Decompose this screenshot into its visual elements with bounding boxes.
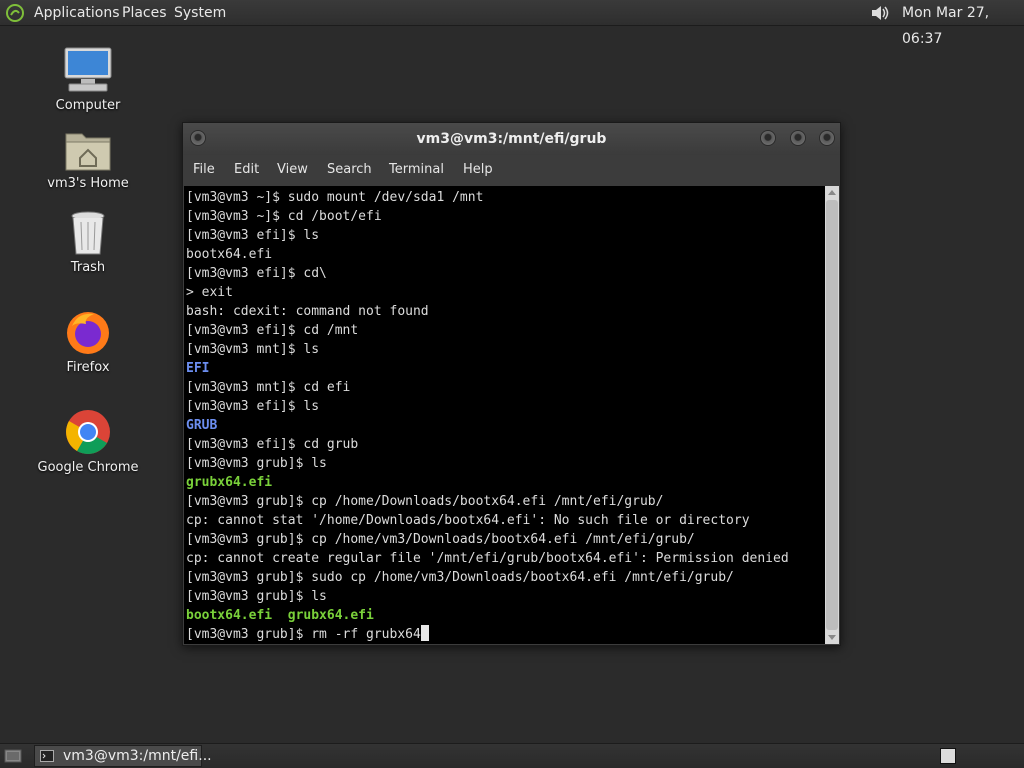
terminal-line: cp: cannot create regular file '/mnt/efi… bbox=[186, 549, 789, 568]
scroll-down-icon[interactable] bbox=[827, 632, 837, 642]
firefox-icon bbox=[67, 312, 109, 354]
terminal-line: EFI bbox=[186, 359, 209, 378]
desktop-icon-firefox[interactable]: Firefox bbox=[33, 308, 143, 375]
terminal-line-text: cp: cannot create regular file '/mnt/efi… bbox=[186, 551, 789, 566]
terminal-icon bbox=[40, 750, 54, 762]
maximize-button[interactable] bbox=[790, 130, 806, 146]
terminal-line-text: bootx64.efi bbox=[186, 247, 273, 262]
desktop-icon-home[interactable]: vm3's Home bbox=[33, 128, 143, 191]
menu-help[interactable]: Help bbox=[463, 155, 493, 185]
terminal-line: [vm3@vm3 grub]$ ls bbox=[186, 587, 327, 606]
terminal-line: [vm3@vm3 grub]$ rm -rf grubx64 bbox=[186, 625, 429, 644]
desktop-icon-trash[interactable]: Trash bbox=[33, 210, 143, 275]
menu-view[interactable]: View bbox=[277, 155, 308, 185]
scroll-up-icon[interactable] bbox=[827, 188, 837, 198]
terminal-line: [vm3@vm3 ~]$ cd /boot/efi bbox=[186, 207, 382, 226]
terminal-line: grubx64.efi bbox=[186, 473, 272, 492]
terminal-line-text: [vm3@vm3 grub]$ cp /home/vm3/Downloads/b… bbox=[186, 532, 695, 547]
terminal-output[interactable]: [vm3@vm3 ~]$ sudo mount /dev/sda1 /mnt [v… bbox=[184, 186, 826, 644]
menu-search[interactable]: Search bbox=[327, 155, 372, 185]
volume-icon[interactable] bbox=[869, 3, 891, 23]
terminal-scrollbar[interactable] bbox=[825, 186, 839, 644]
terminal-line: [vm3@vm3 mnt]$ cd efi bbox=[186, 378, 350, 397]
minimize-button[interactable] bbox=[760, 130, 776, 146]
terminal-line: [vm3@vm3 mnt]$ ls bbox=[186, 340, 319, 359]
desktop-icon-computer[interactable]: Computer bbox=[33, 46, 143, 113]
terminal-line-text: > exit bbox=[186, 285, 233, 300]
terminal-line-text: EFI bbox=[186, 361, 210, 376]
terminal-line-text: [vm3@vm3 efi]$ ls bbox=[186, 399, 320, 414]
applications-menu[interactable]: Applications bbox=[34, 0, 120, 26]
terminal-line-text: bash: cdexit: command not found bbox=[186, 304, 429, 319]
menu-terminal[interactable]: Terminal bbox=[389, 155, 444, 185]
terminal-line: bootx64.efi grubx64.efi bbox=[186, 606, 374, 625]
menu-file[interactable]: File bbox=[193, 155, 215, 185]
terminal-line-text: [vm3@vm3 efi]$ cd\ bbox=[186, 266, 327, 281]
bottom-panel: vm3@vm3:/mnt/efi... bbox=[0, 743, 1024, 768]
terminal-line-text: [vm3@vm3 mnt]$ cd efi bbox=[186, 380, 351, 395]
desktop-icon-label: Trash bbox=[70, 260, 106, 275]
desktop-icon-chrome[interactable]: Google Chrome bbox=[33, 408, 143, 475]
scrollbar-thumb[interactable] bbox=[826, 200, 838, 630]
window-title: vm3@vm3:/mnt/efi/grub bbox=[416, 131, 607, 147]
terminal-line: [vm3@vm3 grub]$ cp /home/Downloads/bootx… bbox=[186, 492, 663, 511]
terminal-line: [vm3@vm3 efi]$ cd\ bbox=[186, 264, 327, 283]
terminal-line: [vm3@vm3 efi]$ ls bbox=[186, 226, 319, 245]
menu-edit[interactable]: Edit bbox=[234, 155, 259, 185]
terminal-line: > exit bbox=[186, 283, 233, 302]
terminal-line-text: grubx64.efi bbox=[186, 475, 273, 490]
taskbar-terminal-button[interactable]: vm3@vm3:/mnt/efi... bbox=[34, 745, 212, 767]
clock[interactable]: Mon Mar 27, 06:37 bbox=[902, 0, 1024, 47]
desktop-icon-label: vm3's Home bbox=[47, 176, 129, 191]
workspace-switcher[interactable] bbox=[940, 748, 956, 764]
desktop-icon-label: Firefox bbox=[66, 360, 110, 375]
text-cursor bbox=[420, 625, 429, 641]
terminal-line-text: bootx64.efi grubx64.efi bbox=[186, 608, 374, 623]
home-folder-icon bbox=[65, 133, 111, 171]
trash-icon bbox=[71, 211, 105, 255]
terminal-line-text: [vm3@vm3 efi]$ ls bbox=[186, 228, 320, 243]
terminal-line: [vm3@vm3 grub]$ sudo cp /home/vm3/Downlo… bbox=[186, 568, 734, 587]
close-button[interactable] bbox=[819, 130, 835, 146]
terminal-line-text: GRUB bbox=[186, 418, 218, 433]
terminal-line: [vm3@vm3 grub]$ cp /home/vm3/Downloads/b… bbox=[186, 530, 695, 549]
terminal-line-text: [vm3@vm3 ~]$ cd /boot/efi bbox=[186, 209, 382, 224]
terminal-line-text: [vm3@vm3 grub]$ sudo cp /home/vm3/Downlo… bbox=[186, 570, 734, 585]
mate-logo-icon[interactable] bbox=[6, 4, 24, 22]
terminal-window: vm3@vm3:/mnt/efi/grub File Edit View Sea… bbox=[182, 122, 841, 646]
computer-icon bbox=[64, 47, 112, 92]
terminal-line-text: [vm3@vm3 grub]$ cp /home/Downloads/bootx… bbox=[186, 494, 664, 509]
terminal-line: GRUB bbox=[186, 416, 217, 435]
terminal-line-text: [vm3@vm3 efi]$ cd grub bbox=[186, 437, 359, 452]
terminal-line-text: [vm3@vm3 grub]$ ls bbox=[186, 589, 327, 604]
terminal-menubar: File Edit View Search Terminal Help bbox=[183, 155, 840, 185]
terminal-line: bootx64.efi bbox=[186, 245, 272, 264]
terminal-line: [vm3@vm3 ~]$ sudo mount /dev/sda1 /mnt bbox=[186, 188, 483, 207]
terminal-line-text: cp: cannot stat '/home/Downloads/bootx64… bbox=[186, 513, 750, 528]
terminal-line: [vm3@vm3 efi]$ ls bbox=[186, 397, 319, 416]
terminal-line: [vm3@vm3 efi]$ cd /mnt bbox=[186, 321, 358, 340]
terminal-line: bash: cdexit: command not found bbox=[186, 302, 429, 321]
top-panel: Applications Places System Mon Mar 27, 0… bbox=[0, 0, 1024, 47]
show-desktop-icon[interactable] bbox=[4, 748, 22, 764]
places-menu[interactable]: Places bbox=[122, 0, 167, 26]
system-menu[interactable]: System bbox=[174, 0, 226, 26]
terminal-line-text: [vm3@vm3 efi]$ cd /mnt bbox=[186, 323, 359, 338]
terminal-line-text: [vm3@vm3 grub]$ rm -rf grubx64 bbox=[186, 627, 421, 642]
window-titlebar[interactable]: vm3@vm3:/mnt/efi/grub bbox=[183, 123, 840, 155]
terminal-line-text: [vm3@vm3 ~]$ sudo mount /dev/sda1 /mnt bbox=[186, 190, 484, 205]
desktop-icon-label: Computer bbox=[55, 98, 121, 113]
terminal-line: [vm3@vm3 grub]$ ls bbox=[186, 454, 327, 473]
terminal-line: [vm3@vm3 efi]$ cd grub bbox=[186, 435, 358, 454]
desktop-icon-label: Google Chrome bbox=[37, 460, 139, 475]
terminal-line-text: [vm3@vm3 grub]$ ls bbox=[186, 456, 327, 471]
taskbar-label: vm3@vm3:/mnt/efi... bbox=[63, 748, 212, 764]
terminal-line-text: [vm3@vm3 mnt]$ ls bbox=[186, 342, 320, 357]
terminal-line: cp: cannot stat '/home/Downloads/bootx64… bbox=[186, 511, 750, 530]
chrome-icon bbox=[66, 410, 110, 454]
